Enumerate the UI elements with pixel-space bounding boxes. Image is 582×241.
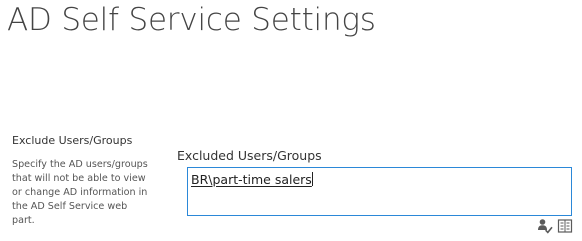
page-title: AD Self Service Settings [7,2,376,38]
section-heading: Exclude Users/Groups [12,134,133,147]
address-book-icon[interactable] [557,218,573,234]
resolved-entity[interactable]: BR\part-time salers [191,172,312,187]
check-names-icon[interactable] [537,218,553,234]
people-picker-value[interactable]: BR\part-time salers [191,172,313,187]
people-picker-toolbar [537,218,573,234]
text-caret [311,172,313,186]
excluded-users-groups-label: Excluded Users/Groups [177,148,322,163]
excluded-users-groups-input[interactable]: BR\part-time salers [187,167,572,216]
section-description: Specify the AD users/groups that will no… [12,159,148,226]
